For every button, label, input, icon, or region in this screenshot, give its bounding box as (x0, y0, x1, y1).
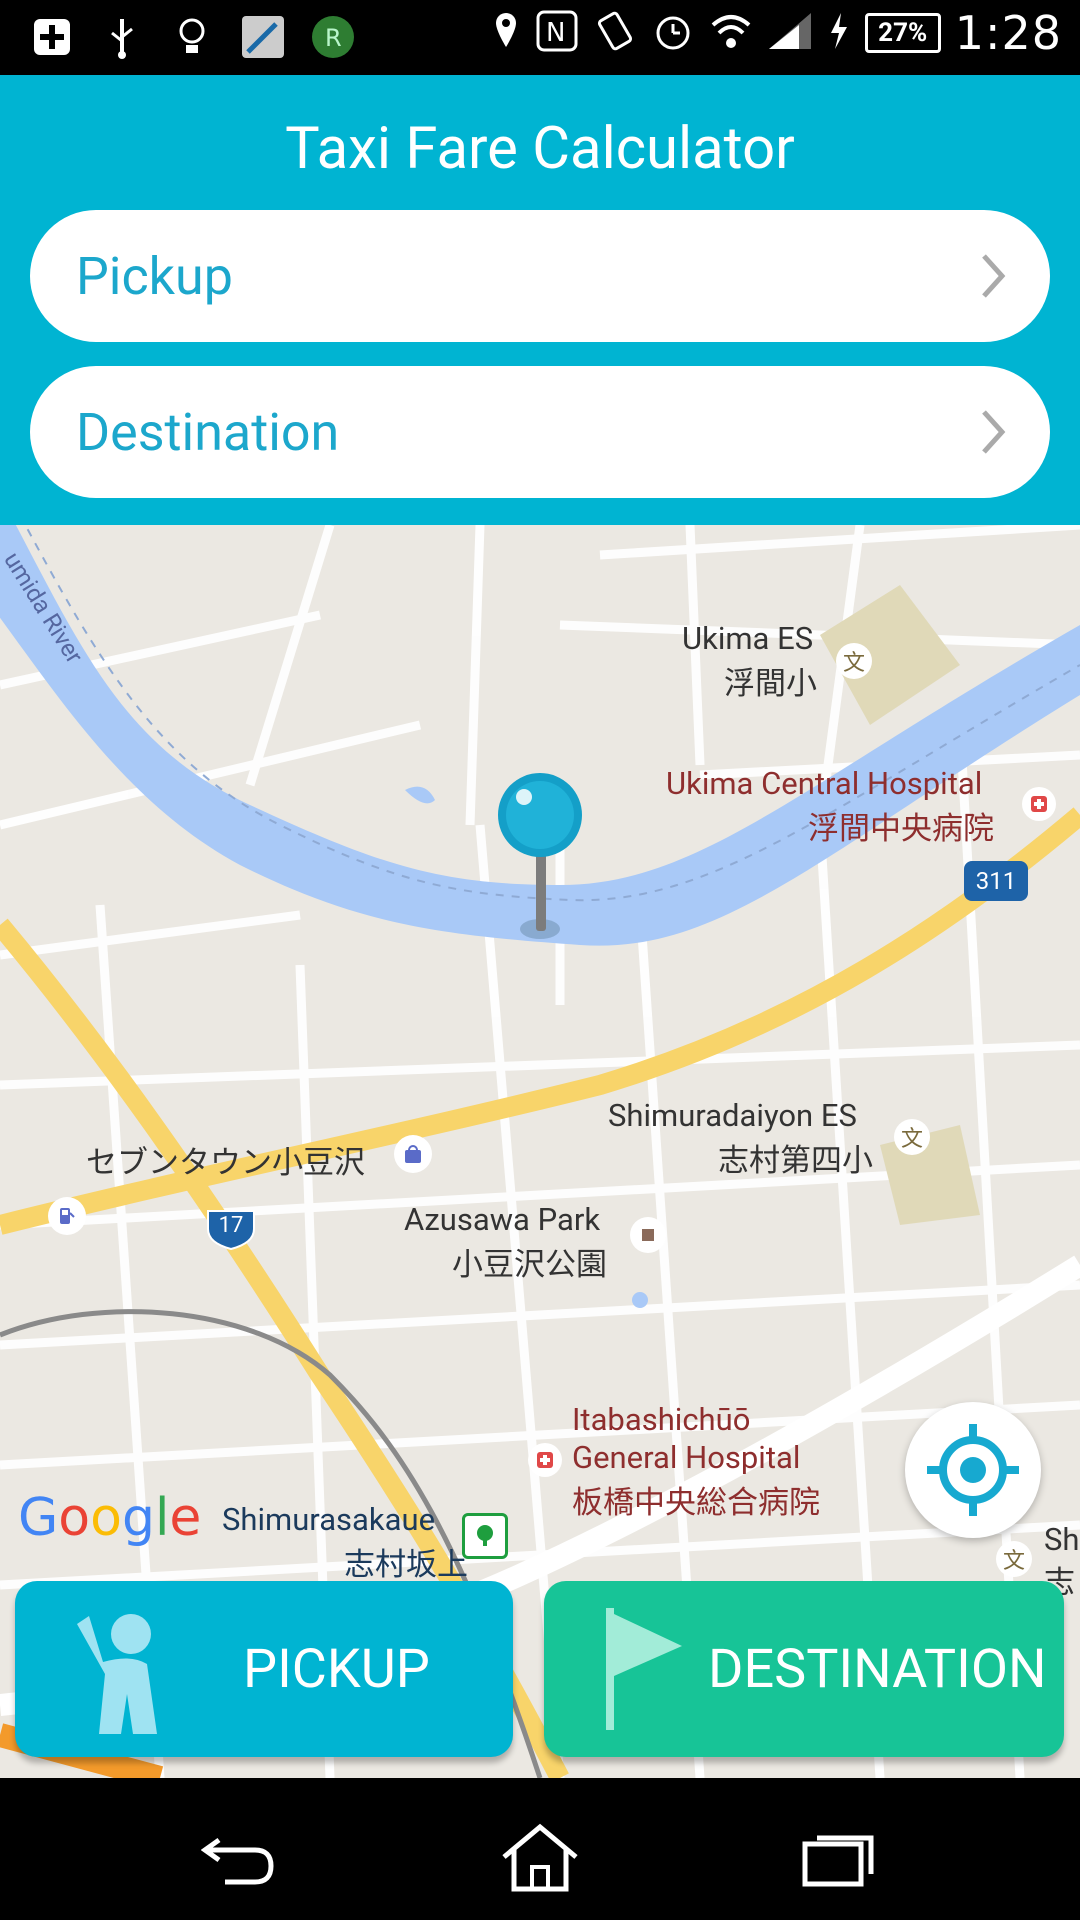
seven-town-label: セブンタウン小豆沢 (86, 1144, 365, 1181)
back-icon (201, 1837, 274, 1885)
header: Taxi Fare Calculator Pickup Destination (0, 75, 1080, 525)
station-jp-label: 志村坂上 (344, 1546, 468, 1583)
school-icon: 文 (996, 1541, 1032, 1577)
home-button[interactable] (495, 1818, 585, 1898)
wifi-icon (709, 11, 753, 55)
destination-button-label: DESTINATION (708, 1637, 1047, 1701)
gas-station-icon (48, 1197, 86, 1235)
route-17-label: 17 (218, 1213, 244, 1238)
back-button[interactable] (196, 1818, 286, 1898)
hailing-person-icon (77, 1614, 157, 1734)
navigation-bar (0, 1778, 1080, 1920)
battery-text: 27% (878, 18, 928, 48)
destination-field[interactable]: Destination (30, 366, 1050, 498)
ukima-es-label: Ukima ES (682, 620, 814, 657)
edge-label: Sh (1044, 1521, 1080, 1558)
pickup-field-label: Pickup (76, 245, 233, 307)
signal-icon (767, 11, 813, 55)
vibrate-icon (593, 9, 637, 57)
location-icon (491, 9, 521, 57)
status-bar: R N 27% 1:28 (0, 0, 1080, 75)
my-location-button[interactable] (905, 1402, 1041, 1538)
ukima-es-jp-label: 浮間小 (724, 665, 817, 702)
hospital-label: Ukima Central Hospital (666, 765, 983, 802)
usb-icon (100, 10, 144, 64)
svg-text:N: N (546, 18, 565, 48)
park-icon (630, 1217, 666, 1253)
pickup-button-label: PICKUP (243, 1637, 430, 1701)
shimuradaiyon-label: Shimuradaiyon ES (608, 1097, 857, 1134)
hospital-icon (528, 1443, 562, 1477)
station-icon (462, 1513, 508, 1559)
clock: 1:28 (954, 6, 1062, 60)
battery-indicator: 27% (864, 13, 941, 53)
home-icon (502, 1823, 578, 1892)
nfc-icon: N (535, 9, 579, 57)
station-label: Shimurasakaue (222, 1501, 436, 1538)
hospital-jp-label: 浮間中央病院 (808, 810, 994, 847)
recents-icon (802, 1835, 874, 1887)
svg-text:R: R (325, 24, 342, 52)
shimuradaiyon-jp-label: 志村第四小 (718, 1142, 873, 1179)
alarm-icon (651, 9, 695, 57)
route-17-shield: 17 (206, 1207, 256, 1251)
r-app-icon: R (310, 10, 354, 64)
lightbulb-icon (170, 10, 214, 64)
crosshair-icon (927, 1424, 1019, 1516)
page-title: Taxi Fare Calculator (285, 115, 795, 183)
flag-icon (606, 1608, 682, 1730)
pickup-field[interactable]: Pickup (30, 210, 1050, 342)
charging-icon (827, 11, 851, 55)
destination-field-label: Destination (76, 401, 340, 463)
school-icon: 文 (894, 1119, 930, 1155)
plus-box-icon (30, 10, 74, 64)
tool-app-icon (240, 10, 284, 64)
chevron-right-icon (982, 254, 1006, 298)
destination-button[interactable]: DESTINATION (544, 1581, 1064, 1757)
chevron-right-icon (982, 410, 1006, 454)
pickup-button[interactable]: PICKUP (15, 1581, 513, 1757)
route-311-shield: 311 (964, 861, 1028, 901)
shopping-icon (394, 1135, 432, 1173)
google-logo: Google (18, 1488, 202, 1548)
hospital-icon (1022, 787, 1056, 821)
app-screen: { "status_bar": { "time": "1:28", "batte… (0, 0, 1080, 1920)
azusawa-park-label: Azusawa Park (404, 1201, 601, 1238)
itabashi-hospital-label-2: General Hospital (572, 1439, 801, 1476)
recents-button[interactable] (796, 1818, 886, 1898)
map-pin (496, 773, 584, 977)
itabashi-hospital-jp-label: 板橋中央総合病院 (572, 1484, 820, 1521)
itabashi-hospital-label-1: Itabashichūō (572, 1401, 751, 1438)
school-icon: 文 (836, 643, 872, 679)
azusawa-park-jp-label: 小豆沢公園 (452, 1246, 607, 1283)
